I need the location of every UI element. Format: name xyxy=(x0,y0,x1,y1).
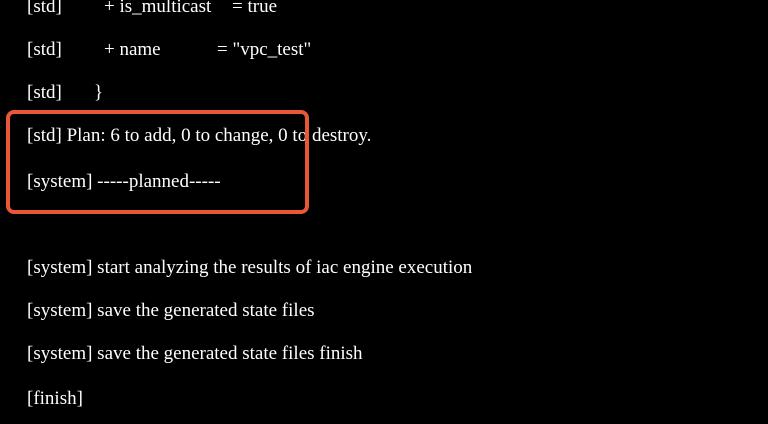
terminal-log-output: { "log": { "lines": [ { "prefix": "[std]… xyxy=(0,0,768,424)
log-attribute-key: + name xyxy=(104,39,161,60)
log-attribute-key: + is_multicast xyxy=(104,0,212,17)
log-line: [system] save the generated state files xyxy=(27,300,315,321)
log-attribute-value: = true xyxy=(232,0,278,17)
log-prefix: [std] xyxy=(27,0,62,17)
highlight-annotation-box xyxy=(6,110,309,214)
log-line-finish: [finish] xyxy=(27,388,83,409)
log-line: [system] save the generated state files … xyxy=(27,343,363,364)
log-prefix: [std] xyxy=(27,82,62,103)
log-line: [std] + name = "vpc_test" xyxy=(27,38,347,62)
log-line: [std] } xyxy=(27,81,147,105)
log-line: [std] + is_multicast = true xyxy=(27,0,327,19)
log-attribute-value: = "vpc_test" xyxy=(217,39,312,60)
log-closing-brace: } xyxy=(94,82,104,103)
log-prefix: [std] xyxy=(27,39,62,60)
log-line: [system] start analyzing the results of … xyxy=(27,257,473,278)
